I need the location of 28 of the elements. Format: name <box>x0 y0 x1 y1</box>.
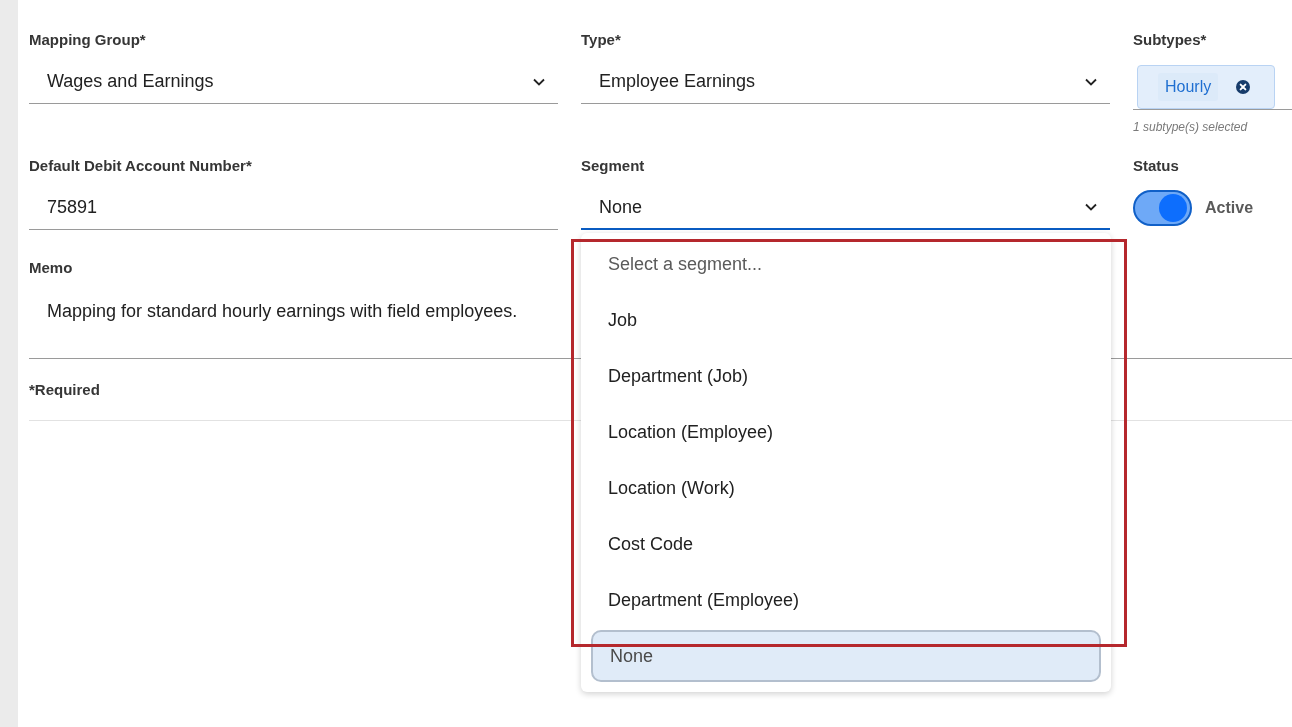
field-label: Default Debit Account Number* <box>29 157 252 175</box>
close-icon[interactable] <box>1236 80 1250 94</box>
dropdown-option[interactable]: Location (Employee) <box>581 404 1111 460</box>
chevron-down-icon <box>1085 77 1097 86</box>
select-field[interactable]: None <box>581 186 1110 230</box>
field-label: Status <box>1133 157 1179 175</box>
select-field[interactable]: Employee Earnings <box>581 60 1110 104</box>
field-label: Subtypes* <box>1133 31 1207 49</box>
status-text: Active <box>1205 198 1254 218</box>
dropdown-option[interactable]: Department (Employee) <box>581 572 1111 628</box>
helper-text: 1 subtype(s) selected <box>1133 119 1248 135</box>
dropdown-option[interactable]: None <box>591 630 1101 682</box>
status-toggle[interactable] <box>1133 190 1192 226</box>
select-field[interactable]: Wages and Earnings <box>29 60 558 104</box>
field-label: Type* <box>581 31 621 49</box>
account-number-field[interactable]: 75891 <box>29 186 558 230</box>
dropdown-option[interactable]: Job <box>581 292 1111 348</box>
required-note: *Required <box>29 381 100 399</box>
field-label: Memo <box>29 259 73 277</box>
chevron-down-icon <box>533 77 545 86</box>
dropdown-option[interactable]: Location (Work) <box>581 460 1111 516</box>
subtypes-field[interactable]: Hourly <box>1133 60 1292 110</box>
field-label: Segment <box>581 157 645 175</box>
dropdown-option[interactable]: Cost Code <box>581 516 1111 572</box>
field-label: Mapping Group* <box>29 31 146 49</box>
subtype-chip[interactable]: Hourly <box>1137 65 1275 109</box>
chip-label: Hourly <box>1158 73 1219 101</box>
chevron-down-icon <box>1085 203 1097 211</box>
